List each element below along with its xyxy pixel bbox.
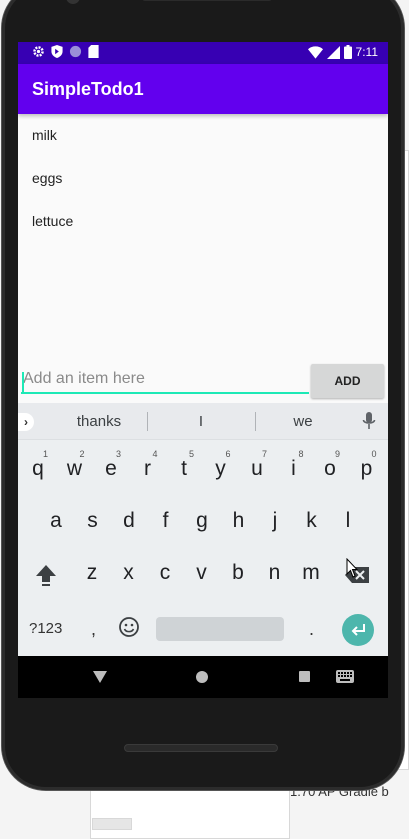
- bottom-speaker: [124, 744, 278, 752]
- key-letter: w: [66, 457, 83, 480]
- key-number-hint: 1: [42, 449, 48, 459]
- keyboard-row-3: zxcvbnm: [18, 551, 388, 595]
- circle-icon: [69, 45, 82, 58]
- key-letter: q: [32, 457, 44, 480]
- key-h[interactable]: h: [221, 499, 257, 543]
- back-icon[interactable]: [93, 671, 107, 683]
- todo-list[interactable]: milk eggs lettuce: [18, 114, 388, 243]
- soft-keyboard: › thanks I we q1w2e3r4t5y6u7i8o9p0 asdfg…: [18, 403, 388, 656]
- suggestion-word[interactable]: I: [151, 413, 251, 430]
- navigation-bar: [18, 656, 388, 698]
- key-y[interactable]: y6: [203, 447, 239, 491]
- recents-icon[interactable]: [299, 671, 310, 682]
- key-j[interactable]: j: [257, 499, 293, 543]
- key-number-hint: 3: [115, 449, 121, 459]
- key-n[interactable]: n: [257, 551, 293, 595]
- key-v[interactable]: v: [184, 551, 220, 595]
- key-s[interactable]: s: [75, 499, 111, 543]
- add-item-input[interactable]: [21, 366, 309, 394]
- add-item-row: ADD: [18, 360, 388, 400]
- home-icon[interactable]: [196, 671, 208, 683]
- add-button[interactable]: ADD: [311, 364, 384, 398]
- keyboard-row-4: ?123 , .: [18, 603, 388, 656]
- key-x[interactable]: x: [111, 551, 147, 595]
- device-screen: 7:11 SimpleTodo1 milk eggs lettuce ADD ›…: [18, 42, 388, 656]
- key-number-hint: 7: [261, 449, 267, 459]
- key-r[interactable]: r4: [130, 447, 166, 491]
- text-cursor: [22, 372, 24, 392]
- microphone-icon[interactable]: [362, 411, 376, 431]
- status-left-icons: [32, 45, 99, 58]
- key-d[interactable]: d: [111, 499, 147, 543]
- shift-icon[interactable]: [35, 563, 57, 587]
- comma-key[interactable]: ,: [91, 619, 96, 640]
- status-right-icons: 7:11: [307, 45, 378, 59]
- key-i[interactable]: i8: [276, 447, 312, 491]
- status-bar: 7:11: [18, 42, 388, 64]
- key-number-hint: 6: [225, 449, 231, 459]
- suggestion-strip: › thanks I we: [18, 403, 388, 440]
- keyboard-switch-icon[interactable]: [336, 670, 354, 683]
- key-number-hint: 4: [152, 449, 158, 459]
- key-number-hint: 2: [79, 449, 85, 459]
- key-letter: i: [291, 457, 296, 480]
- key-number-hint: 0: [371, 449, 377, 459]
- suggestion-word[interactable]: thanks: [49, 413, 149, 430]
- app-bar: SimpleTodo1: [18, 64, 388, 114]
- key-letter: o: [324, 457, 336, 480]
- signal-icon: [326, 45, 340, 59]
- key-number-hint: 8: [298, 449, 304, 459]
- spacebar[interactable]: [156, 617, 284, 641]
- list-item[interactable]: eggs: [18, 157, 388, 200]
- key-letter: t: [181, 457, 187, 480]
- key-o[interactable]: o9: [312, 447, 348, 491]
- gear-icon: [33, 46, 44, 57]
- top-speaker: [142, 0, 272, 1]
- symbols-key[interactable]: ?123: [29, 620, 62, 637]
- list-item[interactable]: milk: [18, 114, 388, 157]
- key-c[interactable]: c: [147, 551, 183, 595]
- key-g[interactable]: g: [184, 499, 220, 543]
- key-t[interactable]: t5: [166, 447, 202, 491]
- emoji-icon[interactable]: [118, 616, 140, 638]
- keyboard-row-1: q1w2e3r4t5y6u7i8o9p0: [18, 447, 388, 491]
- key-k[interactable]: k: [294, 499, 330, 543]
- mouse-cursor-icon: [346, 558, 358, 578]
- expand-suggestions-button[interactable]: ›: [18, 413, 34, 431]
- key-z[interactable]: z: [74, 551, 110, 595]
- enter-icon: [351, 624, 365, 636]
- shield-icon: [51, 45, 63, 58]
- battery-icon: [343, 45, 352, 59]
- status-time: 7:11: [355, 45, 378, 59]
- key-number-hint: 9: [334, 449, 340, 459]
- key-q[interactable]: q1: [20, 447, 56, 491]
- key-letter: y: [215, 457, 226, 480]
- enter-button[interactable]: [342, 614, 374, 646]
- period-key[interactable]: .: [309, 619, 314, 640]
- camera-icon: [66, 0, 80, 4]
- suggestion-divider: [147, 412, 148, 431]
- key-u[interactable]: u7: [239, 447, 275, 491]
- key-b[interactable]: b: [220, 551, 256, 595]
- background-panel: [90, 790, 290, 839]
- key-letter: r: [144, 457, 151, 480]
- key-a[interactable]: a: [38, 499, 74, 543]
- key-letter: p: [360, 457, 373, 480]
- sd-card-icon: [88, 45, 99, 58]
- key-p[interactable]: p0: [349, 447, 385, 491]
- suggestion-word[interactable]: we: [253, 413, 353, 430]
- wifi-icon: [307, 45, 323, 59]
- key-l[interactable]: l: [330, 499, 366, 543]
- key-letter: e: [105, 457, 117, 480]
- background-tab: [92, 818, 132, 830]
- keyboard-row-2: asdfghjkl: [18, 499, 388, 543]
- key-f[interactable]: f: [148, 499, 184, 543]
- list-item[interactable]: lettuce: [18, 200, 388, 243]
- key-m[interactable]: m: [293, 551, 329, 595]
- app-title: SimpleTodo1: [32, 79, 144, 99]
- key-e[interactable]: e3: [93, 447, 129, 491]
- key-w[interactable]: w2: [57, 447, 93, 491]
- key-letter: u: [251, 457, 263, 480]
- key-number-hint: 5: [188, 449, 194, 459]
